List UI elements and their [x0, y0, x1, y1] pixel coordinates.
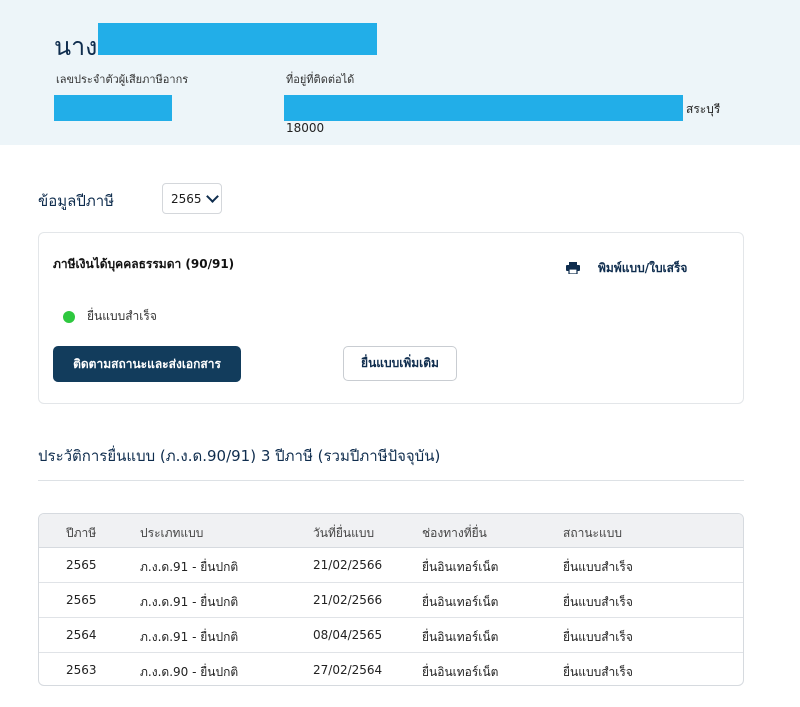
table-row[interactable]: 2565 ภ.ง.ด.91 - ยื่นปกติ 21/02/2566 ยื่น… — [39, 548, 743, 583]
cell-filing-date: 21/02/2566 — [313, 593, 383, 607]
print-form-label: พิมพ์แบบ/ใบเสร็จ — [598, 261, 688, 275]
cell-year: 2564 — [66, 628, 97, 642]
cell-status: ยื่นแบบสำเร็จ — [563, 665, 633, 679]
cell-channel: ยื่นอินเทอร์เน็ต — [422, 630, 499, 644]
cell-channel: ยื่นอินเทอร์เน็ต — [422, 595, 499, 609]
cell-channel: ยื่นอินเทอร์เน็ต — [422, 560, 499, 574]
cell-form-type: ภ.ง.ด.91 - ยื่นปกติ — [140, 595, 239, 609]
address-postcode: 18000 — [286, 121, 325, 135]
redacted-name — [98, 23, 377, 55]
cell-filing-date: 21/02/2566 — [313, 558, 383, 572]
table-row[interactable]: 2563 ภ.ง.ด.90 - ยื่นปกติ 27/02/2564 ยื่น… — [39, 653, 743, 685]
cell-filing-date: 08/04/2565 — [313, 628, 383, 642]
cell-form-type: ภ.ง.ด.91 - ยื่นปกติ — [140, 630, 239, 644]
status-text: ยื่นแบบสำเร็จ — [87, 309, 157, 323]
redacted-address — [284, 95, 683, 121]
chevron-down-icon — [205, 190, 219, 203]
cell-channel: ยื่นอินเทอร์เน็ต — [422, 665, 499, 679]
tax-year-label: ข้อมูลปีภาษี — [38, 192, 115, 210]
address-province: สระบุรี — [686, 102, 721, 116]
file-additional-button[interactable]: ยื่นแบบเพิ่มเติม — [343, 346, 457, 381]
tax-year-select[interactable]: 2565 — [162, 183, 222, 214]
cell-status: ยื่นแบบสำเร็จ — [563, 630, 633, 644]
filing-status-card: ภาษีเงินได้บุคคลธรรมดา (90/91) พิมพ์แบบ/… — [38, 232, 744, 404]
cell-status: ยื่นแบบสำเร็จ — [563, 595, 633, 609]
printer-icon — [566, 259, 580, 278]
track-status-button[interactable]: ติดตามสถานะและส่งเอกสาร — [53, 346, 241, 382]
table-header: ปีภาษี ประเภทแบบ วันที่ยื่นแบบ ช่องทางที… — [39, 514, 743, 548]
address-label: ที่อยู่ที่ติดต่อได้ — [286, 73, 355, 86]
column-header-channel: ช่องทางที่ยื่น — [422, 526, 487, 540]
history-title: ประวัติการยื่นแบบ (ภ.ง.ด.90/91) 3 ปีภาษี… — [38, 447, 441, 465]
cell-form-type: ภ.ง.ด.90 - ยื่นปกติ — [140, 665, 239, 679]
filing-status: ยื่นแบบสำเร็จ — [63, 307, 157, 326]
table-row[interactable]: 2565 ภ.ง.ด.91 - ยื่นปกติ 21/02/2566 ยื่น… — [39, 583, 743, 618]
print-form-link[interactable]: พิมพ์แบบ/ใบเสร็จ — [566, 259, 687, 278]
card-title: ภาษีเงินได้บุคคลธรรมดา (90/91) — [53, 257, 235, 271]
tax-id-label: เลขประจำตัวผู้เสียภาษีอากร — [56, 73, 189, 86]
tax-year-value: 2565 — [171, 191, 202, 206]
history-table: ปีภาษี ประเภทแบบ วันที่ยื่นแบบ ช่องทางที… — [38, 513, 744, 686]
table-row[interactable]: 2564 ภ.ง.ด.91 - ยื่นปกติ 08/04/2565 ยื่น… — [39, 618, 743, 653]
cell-status: ยื่นแบบสำเร็จ — [563, 560, 633, 574]
cell-form-type: ภ.ง.ด.91 - ยื่นปกติ — [140, 560, 239, 574]
cell-year: 2563 — [66, 663, 97, 677]
cell-year: 2565 — [66, 593, 97, 607]
cell-filing-date: 27/02/2564 — [313, 663, 383, 677]
column-header-year: ปีภาษี — [66, 526, 97, 540]
column-header-filing-date: วันที่ยื่นแบบ — [313, 526, 375, 540]
taxpayer-title: นาง — [54, 32, 98, 61]
status-dot-icon — [63, 310, 75, 323]
divider — [38, 480, 744, 481]
cell-year: 2565 — [66, 558, 97, 572]
column-header-status: สถานะแบบ — [563, 526, 622, 540]
taxpayer-header: นาง เลขประจำตัวผู้เสียภาษีอากร ที่อยู่ที… — [0, 0, 800, 145]
column-header-form-type: ประเภทแบบ — [140, 526, 204, 540]
redacted-tax-id — [54, 95, 172, 121]
